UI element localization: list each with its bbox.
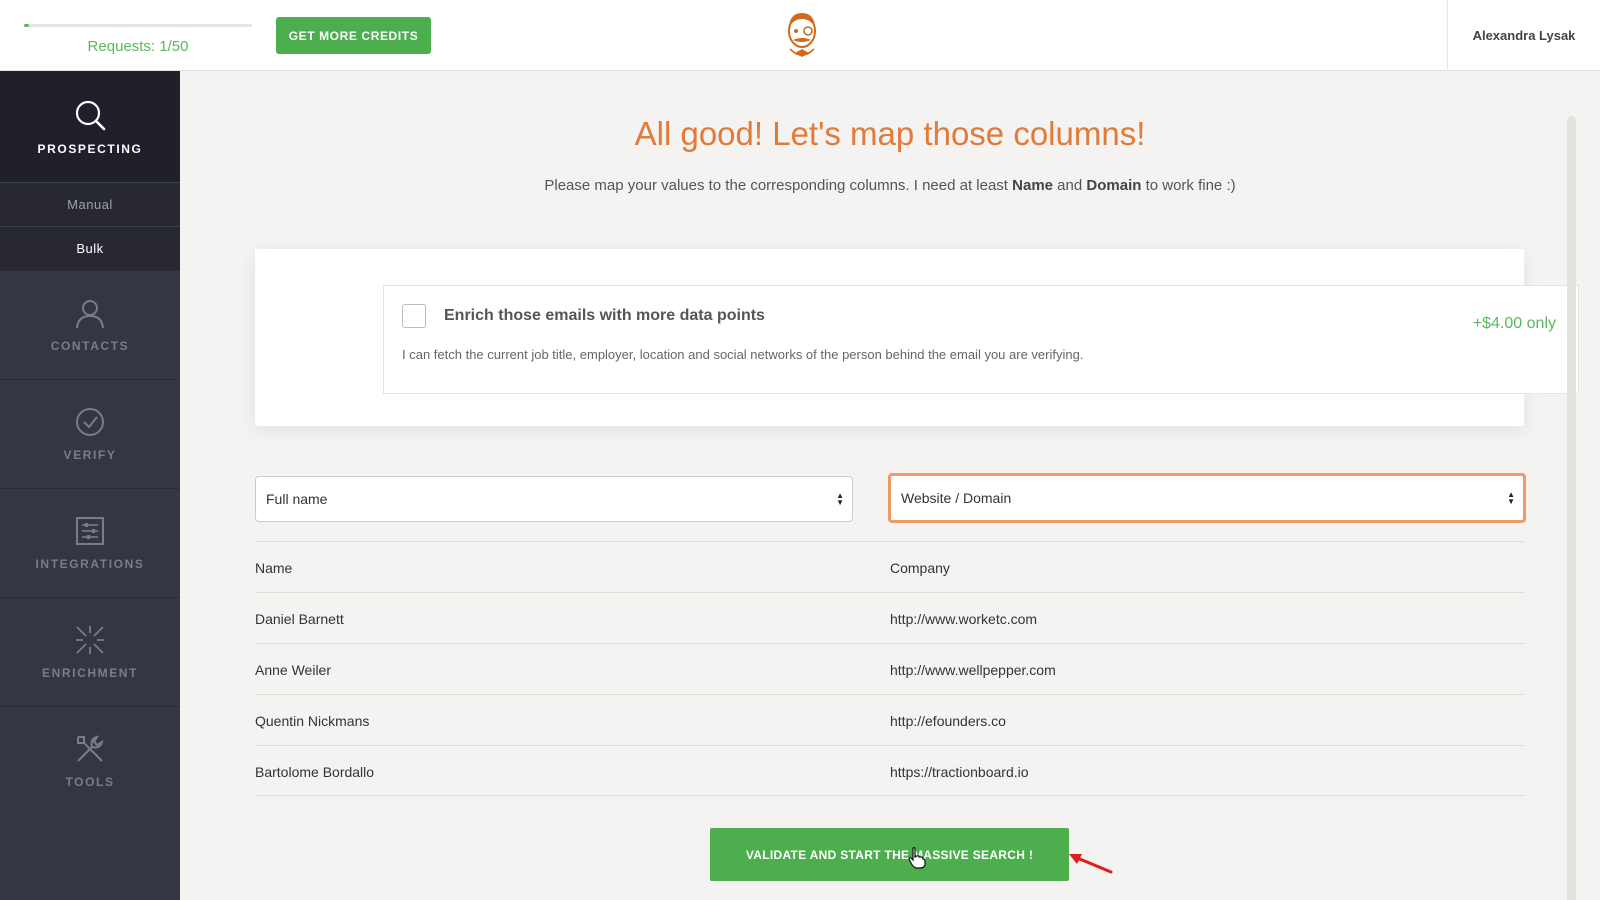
subtitle-text: to work fine :) bbox=[1141, 177, 1236, 194]
sidebar-item-enrichment[interactable]: ENRICHMENT bbox=[0, 597, 180, 706]
select-arrows-icon: ▲ ▼ bbox=[1507, 490, 1515, 506]
name-column-select[interactable]: Full name ▲ ▼ bbox=[255, 476, 853, 522]
table-header-cell: Company bbox=[890, 560, 950, 576]
enrich-description: I can fetch the current job title, emplo… bbox=[402, 347, 1084, 362]
page-scrollbar[interactable] bbox=[1567, 116, 1576, 900]
table-cell: Daniel Barnett bbox=[255, 611, 344, 627]
table-row: Anne Weiler http://www.wellpepper.com bbox=[255, 643, 1524, 694]
table-header-row: Name Company bbox=[255, 541, 1524, 592]
sidebar-item-prospecting[interactable]: PROSPECTING bbox=[0, 71, 180, 182]
enrich-title: Enrich those emails with more data point… bbox=[444, 307, 765, 324]
table-header-cell: Name bbox=[255, 560, 293, 576]
sidebar-item-label: ENRICHMENT bbox=[42, 666, 138, 680]
table-cell: Bartolome Bordallo bbox=[255, 764, 375, 780]
subtitle-text: Please map your values to the correspond… bbox=[544, 177, 1013, 194]
page-title: All good! Let's map those columns! bbox=[634, 115, 1146, 152]
sidebar-item-label: TOOLS bbox=[65, 775, 115, 789]
table-cell: http://www.worketc.com bbox=[890, 611, 1038, 627]
sidebar: PROSPECTING Manual Bulk CONTACTS VERIFY … bbox=[0, 71, 180, 900]
sidebar-item-label: VERIFY bbox=[63, 448, 117, 462]
requests-counter: Requests: 1/50 bbox=[87, 38, 189, 55]
red-arrow-annotation-icon bbox=[1067, 851, 1115, 882]
sidebar-item-label: CONTACTS bbox=[50, 339, 130, 353]
subtitle-name-keyword: Name bbox=[1012, 177, 1054, 194]
check-circle-icon bbox=[74, 406, 106, 438]
domain-column-select[interactable]: Website / Domain ▲ ▼ bbox=[888, 473, 1526, 523]
arrows-in-icon bbox=[74, 624, 106, 656]
table-row: Bartolome Bordallo https://tractionboard… bbox=[255, 745, 1524, 796]
table-cell: Quentin Nickmans bbox=[255, 713, 370, 729]
select-value: Website / Domain bbox=[901, 490, 1012, 506]
select-value: Full name bbox=[266, 491, 328, 507]
user-icon bbox=[74, 297, 106, 329]
sidebar-subitem-manual[interactable]: Manual bbox=[0, 182, 180, 226]
table-row: Quentin Nickmans http://efounders.co bbox=[255, 694, 1524, 745]
requests-progress-fill bbox=[24, 24, 29, 27]
tools-icon bbox=[74, 733, 106, 765]
validate-search-button[interactable]: VALIDATE AND START THE MASSIVE SEARCH ! bbox=[710, 828, 1069, 881]
table-cell: http://www.wellpepper.com bbox=[890, 662, 1056, 678]
sidebar-item-label: PROSPECTING bbox=[37, 141, 143, 156]
page-subtitle: Please map your values to the correspond… bbox=[180, 177, 1600, 194]
sliders-icon bbox=[74, 515, 106, 547]
enrich-checkbox[interactable] bbox=[402, 304, 426, 328]
enrich-option[interactable]: Enrich those emails with more data point… bbox=[383, 285, 1579, 394]
select-arrows-icon: ▲ ▼ bbox=[836, 491, 844, 507]
requests-progress-bar bbox=[24, 24, 252, 27]
top-header: Requests: 1/50 GET MORE CREDITS Alexandr… bbox=[0, 0, 1600, 71]
main-content: All good! Let's map those columns! Pleas… bbox=[180, 71, 1600, 900]
table-cell: http://efounders.co bbox=[890, 713, 1006, 729]
subtitle-text: and bbox=[1053, 177, 1087, 194]
user-menu[interactable]: Alexandra Lysak bbox=[1447, 0, 1600, 71]
preview-table: Name Company Daniel Barnett http://www.w… bbox=[255, 541, 1524, 796]
sidebar-item-label: INTEGRATIONS bbox=[35, 557, 145, 571]
subtitle-domain-keyword: Domain bbox=[1086, 177, 1142, 194]
sidebar-item-integrations[interactable]: INTEGRATIONS bbox=[0, 488, 180, 597]
table-cell: Anne Weiler bbox=[255, 662, 332, 678]
table-cell: https://tractionboard.io bbox=[890, 764, 1029, 780]
table-row: Daniel Barnett http://www.worketc.com bbox=[255, 592, 1524, 643]
hand-cursor-icon bbox=[908, 847, 926, 874]
get-more-credits-button[interactable]: GET MORE CREDITS bbox=[276, 17, 431, 54]
sidebar-item-tools[interactable]: TOOLS bbox=[0, 706, 180, 815]
sidebar-item-verify[interactable]: VERIFY bbox=[0, 379, 180, 488]
sidebar-subitem-bulk[interactable]: Bulk bbox=[0, 226, 180, 270]
sidebar-item-contacts[interactable]: CONTACTS bbox=[0, 270, 180, 379]
search-icon bbox=[73, 98, 107, 132]
enrich-price: +$4.00 only bbox=[1472, 315, 1556, 332]
mascot-logo-icon[interactable] bbox=[780, 9, 824, 63]
